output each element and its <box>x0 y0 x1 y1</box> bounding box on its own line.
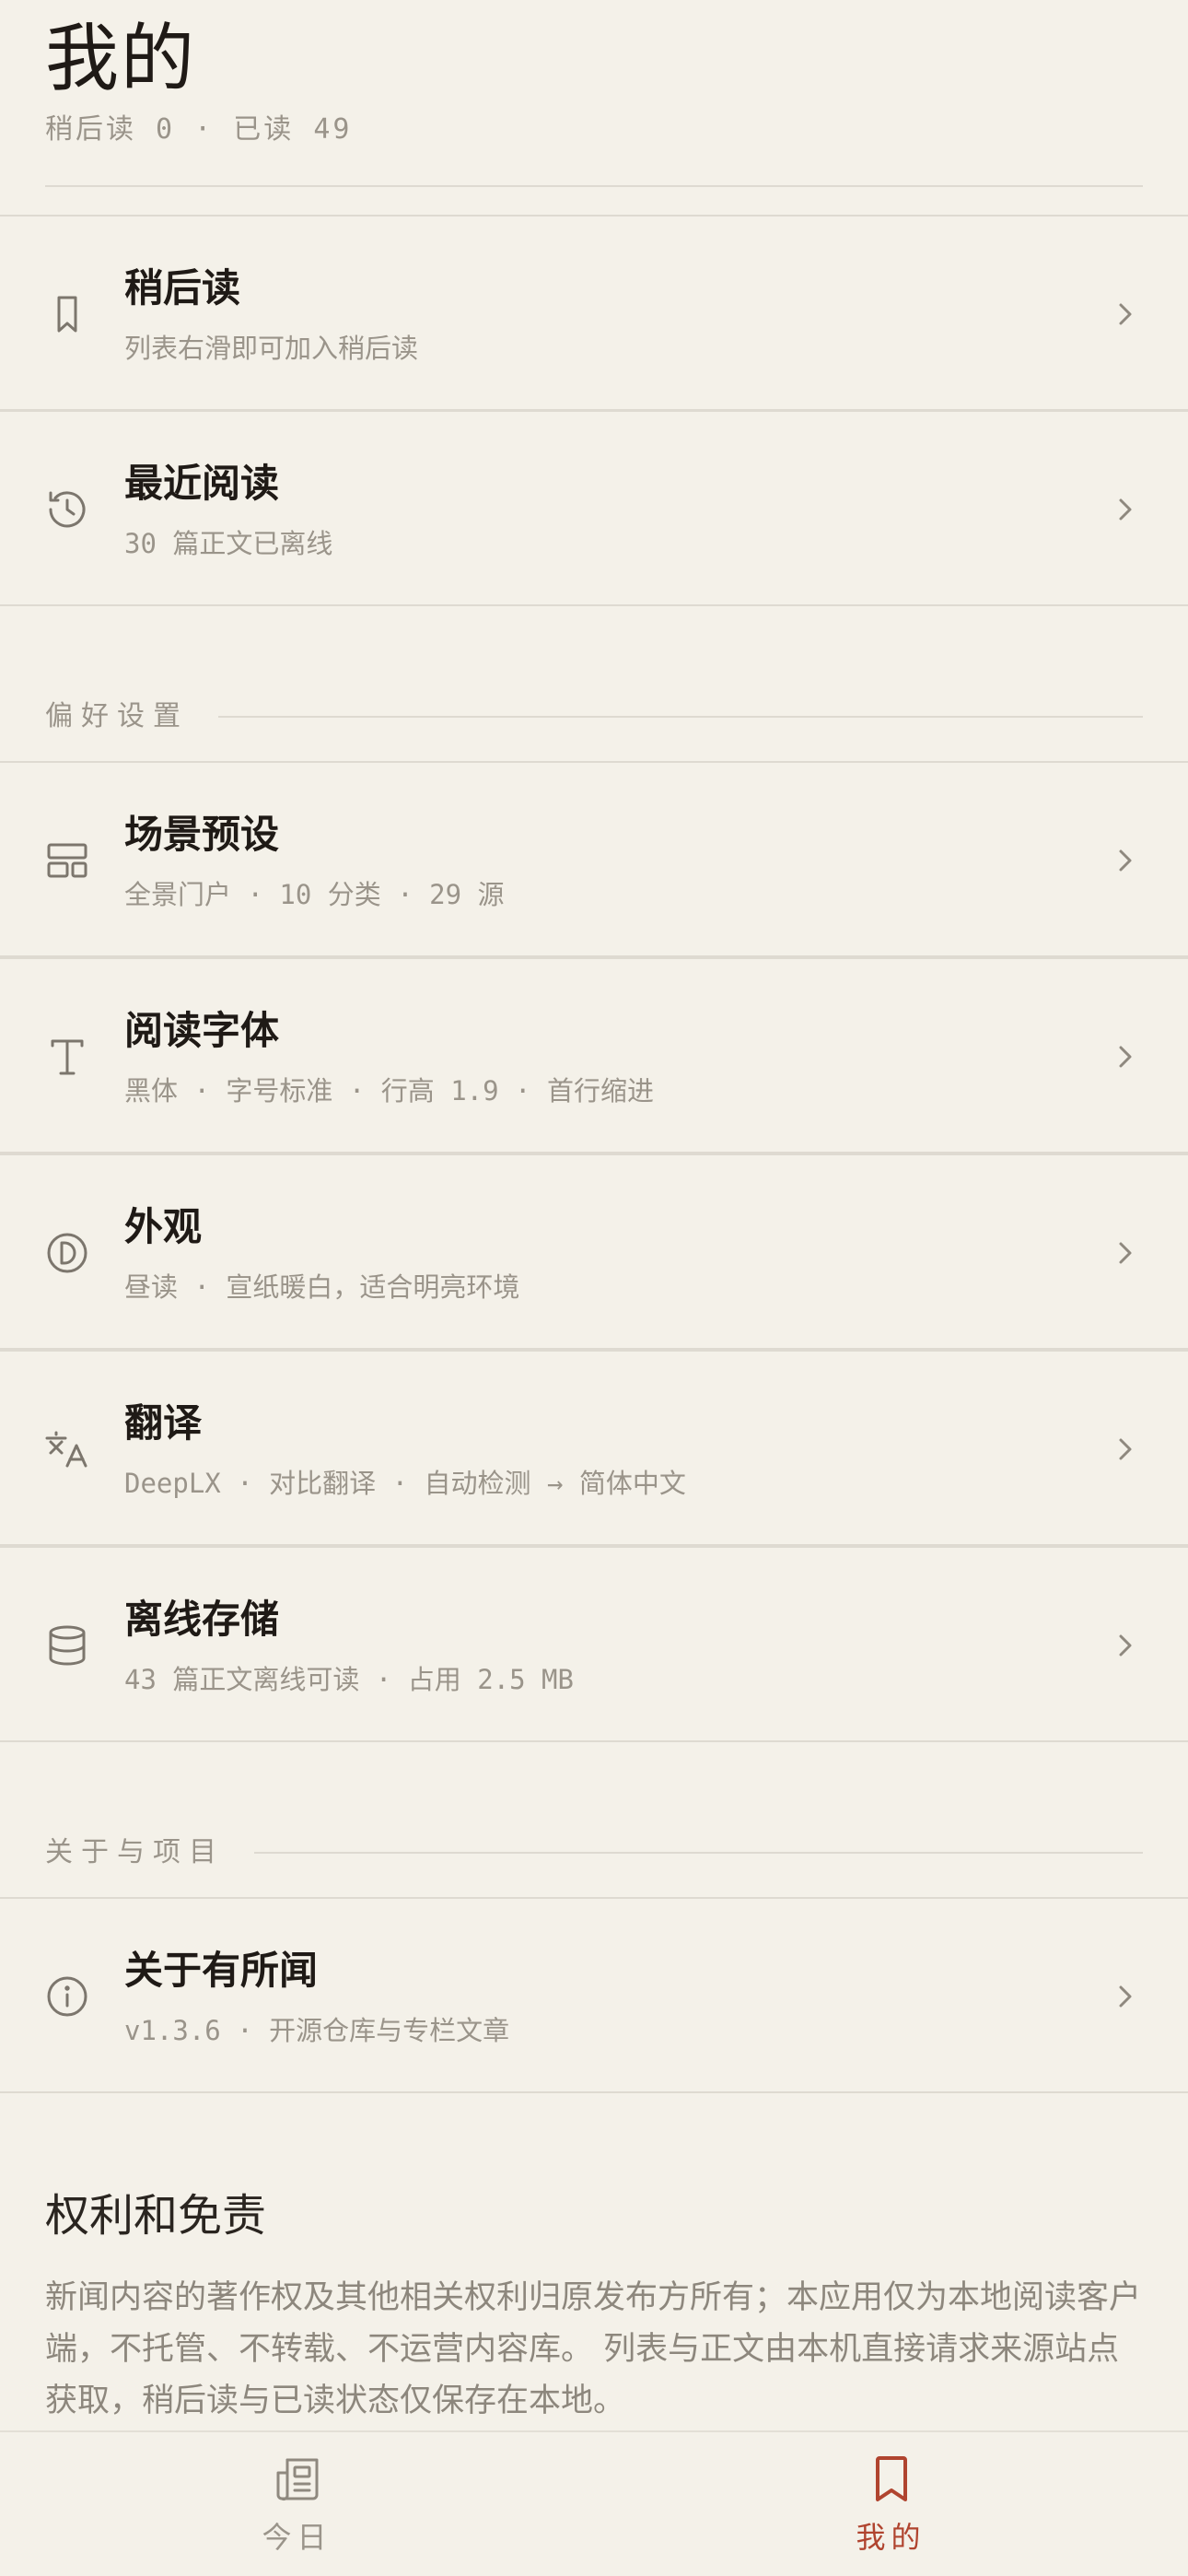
row-subtitle: 全景门户 · 10 分类 · 29 源 <box>124 879 505 910</box>
chevron-right-icon <box>1110 1236 1139 1270</box>
history-icon <box>41 484 93 535</box>
row-title: 离线存储 <box>124 1597 280 1642</box>
layout-icon <box>41 835 93 886</box>
section-heading-preferences: 偏好设置 <box>45 700 189 732</box>
bookmark-icon <box>41 288 93 340</box>
section-divider <box>254 1852 1143 1854</box>
row-subtitle: v1.3.6 · 开源仓库与专栏文章 <box>124 2015 510 2046</box>
row-subtitle: 列表右滑即可加入稍后读 <box>124 333 419 364</box>
about-row[interactable]: 关于有所闻 v1.3.6 · 开源仓库与专栏文章 <box>0 1897 1188 2093</box>
recent-reading-row[interactable]: 最近阅读 30 篇正文已离线 <box>0 410 1188 606</box>
row-subtitle: 黑体 · 字号标准 · 行高 1.9 · 首行缩进 <box>124 1075 654 1107</box>
rights-title: 权利和免责 <box>45 2190 267 2242</box>
database-icon <box>41 1620 93 1671</box>
tab-today[interactable]: 今日 <box>0 2432 594 2576</box>
bottom-tab-bar: 今日 我的 <box>0 2430 1188 2576</box>
chevron-right-icon <box>1110 1040 1139 1073</box>
profile-screen: { "header": { "title": "我的", "stats": "稍… <box>0 0 1188 2576</box>
offline-storage-row[interactable]: 离线存储 43 篇正文离线可读 · 占用 2.5 MB <box>0 1546 1188 1742</box>
type-icon <box>41 1031 93 1083</box>
row-subtitle: 30 篇正文已离线 <box>124 528 333 559</box>
section-heading-about: 关于与项目 <box>45 1836 225 1868</box>
section-divider <box>218 716 1143 718</box>
row-title: 阅读字体 <box>124 1008 280 1053</box>
chevron-right-icon <box>1110 1433 1139 1466</box>
tab-mine[interactable]: 我的 <box>594 2432 1188 2576</box>
header-divider <box>45 185 1143 187</box>
row-title: 翻译 <box>124 1400 203 1446</box>
newspaper-icon <box>271 2453 324 2506</box>
reading-stats: 稍后读 0 · 已读 49 <box>45 113 353 146</box>
chevron-right-icon <box>1110 1980 1139 2013</box>
chevron-right-icon <box>1110 844 1139 877</box>
row-title: 稍后读 <box>124 265 241 310</box>
page-title: 我的 <box>45 16 196 101</box>
chevron-right-icon <box>1110 298 1139 331</box>
appearance-icon <box>41 1227 93 1279</box>
translate-icon <box>41 1423 93 1475</box>
row-subtitle: 43 篇正文离线可读 · 占用 2.5 MB <box>124 1664 574 1695</box>
translation-row[interactable]: 翻译 DeepLX · 对比翻译 · 自动检测 → 简体中文 <box>0 1350 1188 1546</box>
read-later-row[interactable]: 稍后读 列表右滑即可加入稍后读 <box>0 215 1188 411</box>
rights-body: 新闻内容的著作权及其他相关权利归原发布方所有；本应用仅为本地阅读客户端，不托管、… <box>45 2279 1142 2419</box>
row-subtitle: DeepLX · 对比翻译 · 自动检测 → 简体中文 <box>124 1468 686 1499</box>
row-subtitle: 昼读 · 宣纸暖白，适合明亮环境 <box>124 1271 520 1303</box>
chevron-right-icon <box>1110 1629 1139 1662</box>
info-icon <box>41 1971 93 2022</box>
row-title: 外观 <box>124 1204 203 1249</box>
reading-font-row[interactable]: 阅读字体 黑体 · 字号标准 · 行高 1.9 · 首行缩进 <box>0 957 1188 1153</box>
tab-label: 今日 <box>262 2520 332 2555</box>
row-title: 场景预设 <box>124 812 280 857</box>
appearance-row[interactable]: 外观 昼读 · 宣纸暖白，适合明亮环境 <box>0 1153 1188 1350</box>
chevron-right-icon <box>1110 493 1139 526</box>
row-title: 最近阅读 <box>124 461 280 506</box>
row-title: 关于有所闻 <box>124 1948 319 1993</box>
bookmark-icon <box>865 2453 918 2506</box>
scene-preset-row[interactable]: 场景预设 全景门户 · 10 分类 · 29 源 <box>0 761 1188 957</box>
tab-label: 我的 <box>856 2520 926 2555</box>
